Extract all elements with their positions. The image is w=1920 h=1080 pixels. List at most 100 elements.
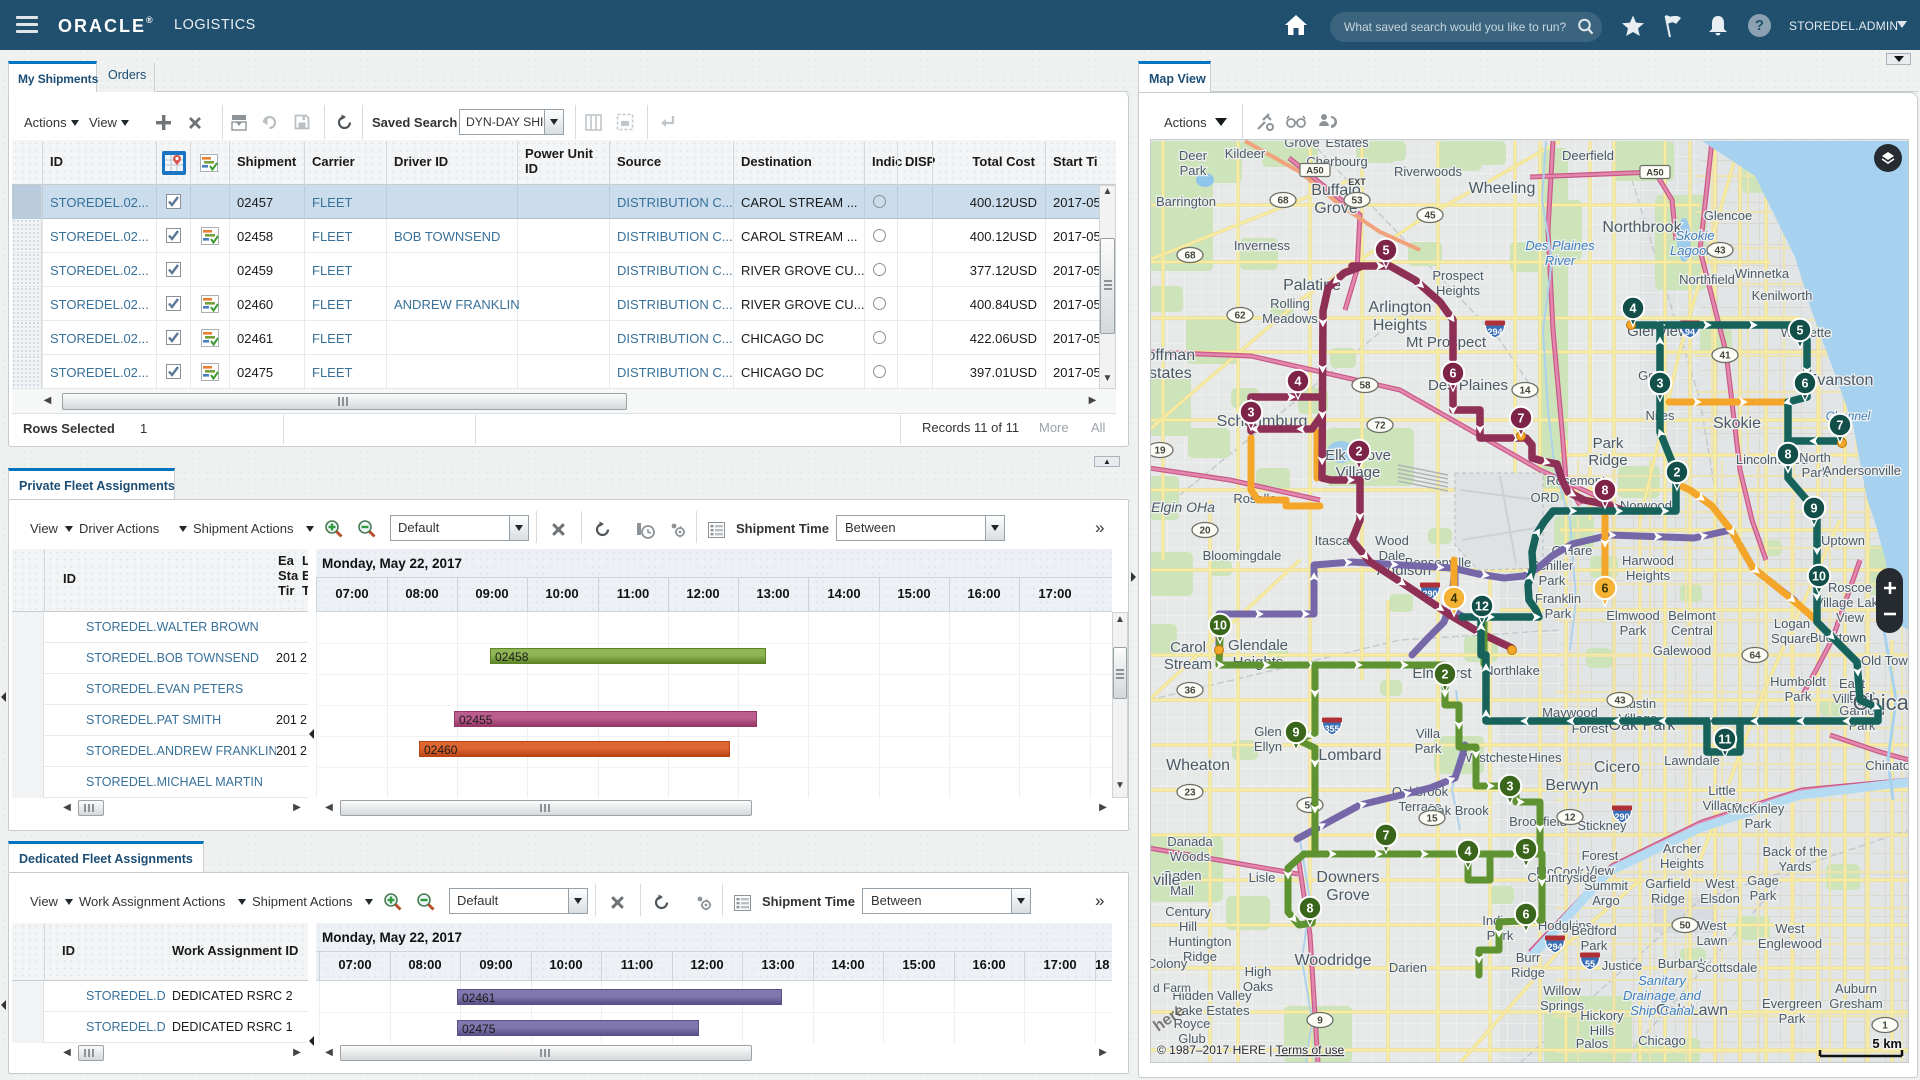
svg-text:LoganSquare: LoganSquare (1771, 616, 1813, 646)
svg-text:Kenilworth: Kenilworth (1752, 288, 1813, 303)
svg-text:7: 7 (1383, 829, 1390, 843)
svg-text:Andersonville: Andersonville (1823, 463, 1901, 478)
svg-text:WestLawn: WestLawn (1696, 918, 1727, 948)
svg-text:7: 7 (1837, 419, 1844, 433)
svg-text:2: 2 (1356, 445, 1363, 459)
svg-text:6: 6 (1450, 367, 1457, 381)
svg-text:Northfield: Northfield (1679, 272, 1735, 287)
svg-text:19: 19 (1154, 446, 1166, 457)
svg-text:6: 6 (1523, 908, 1530, 922)
svg-text:3: 3 (1657, 377, 1664, 391)
svg-text:6: 6 (1802, 377, 1809, 391)
svg-text:9: 9 (1317, 1016, 1323, 1027)
svg-text:53: 53 (1351, 196, 1363, 207)
svg-text:4: 4 (1465, 845, 1472, 859)
svg-text:Hines: Hines (1528, 750, 1562, 765)
svg-text:GagePark: GagePark (1747, 873, 1779, 903)
svg-text:45: 45 (1424, 211, 1436, 222)
svg-text:3: 3 (1507, 780, 1514, 794)
svg-text:15: 15 (1426, 814, 1438, 825)
svg-text:294: 294 (1487, 327, 1502, 337)
svg-text:36: 36 (1184, 686, 1196, 697)
svg-text:BelmontCentral: BelmontCentral (1668, 608, 1716, 638)
svg-text:GlenEllyn: GlenEllyn (1254, 724, 1282, 754)
svg-text:ORD: ORD (1531, 490, 1560, 505)
svg-text:3: 3 (1248, 406, 1255, 420)
svg-text:Inverness: Inverness (1234, 238, 1291, 253)
svg-text:41: 41 (1719, 351, 1731, 362)
svg-text:GarfieldRidge: GarfieldRidge (1645, 876, 1691, 906)
svg-text:VillaPark: VillaPark (1415, 726, 1442, 756)
svg-text:64: 64 (1749, 651, 1761, 662)
svg-text:11: 11 (1718, 733, 1731, 747)
svg-text:Darien: Darien (1389, 960, 1427, 975)
svg-text:Barrington: Barrington (1156, 194, 1216, 209)
svg-text:2: 2 (1674, 466, 1681, 480)
svg-text:Estates: Estates (1325, 139, 1369, 150)
svg-text:Woodridge: Woodridge (1294, 952, 1371, 969)
svg-text:ville: ville (1153, 872, 1181, 889)
svg-text:Riverwoods: Riverwoods (1394, 164, 1462, 179)
svg-text:2: 2 (1442, 668, 1449, 682)
svg-text:9: 9 (1293, 726, 1300, 740)
svg-text:Des Plaines: Des Plaines (1428, 377, 1508, 394)
svg-text:4: 4 (1630, 302, 1637, 316)
svg-text:Uptown: Uptown (1821, 533, 1865, 548)
svg-text:4: 4 (1295, 375, 1302, 389)
svg-text:14: 14 (1519, 386, 1531, 397)
svg-text:Galewood: Galewood (1653, 643, 1712, 658)
svg-text:10: 10 (1812, 570, 1826, 584)
svg-text:A50: A50 (1306, 166, 1323, 177)
svg-text:HarwoodHeights: HarwoodHeights (1622, 553, 1674, 583)
svg-text:8: 8 (1785, 448, 1792, 462)
svg-text:5: 5 (1797, 324, 1804, 338)
svg-text:62: 62 (1234, 311, 1246, 322)
svg-text:68: 68 (1184, 251, 1196, 262)
svg-text:Winnetka: Winnetka (1735, 266, 1790, 281)
svg-text:43: 43 (1714, 246, 1726, 257)
svg-text:Wheaton: Wheaton (1166, 757, 1230, 774)
svg-text:DeerPark: DeerPark (1179, 148, 1208, 178)
svg-text:© 1987–2017 HERE | Terms of us: © 1987–2017 HERE | Terms of use (1157, 1043, 1345, 1057)
svg-text:5: 5 (1523, 843, 1530, 857)
svg-text:68: 68 (1277, 196, 1289, 207)
svg-text:4: 4 (1451, 592, 1458, 606)
svg-text:HoffmanEstates: HoffmanEstates (1150, 347, 1195, 382)
svg-text:ArlingtonHeights: ArlingtonHeights (1368, 299, 1431, 334)
svg-text:ParkRidge: ParkRidge (1588, 435, 1627, 469)
svg-text:355: 355 (1324, 724, 1339, 734)
svg-text:Elgin OHa: Elgin OHa (1151, 499, 1215, 515)
svg-text:Cicero: Cicero (1594, 759, 1640, 776)
svg-text:55: 55 (1585, 959, 1595, 969)
svg-text:Glencoe: Glencoe (1704, 208, 1752, 223)
svg-text:BurrRidge: BurrRidge (1511, 950, 1545, 980)
svg-text:12: 12 (1564, 813, 1576, 824)
svg-text:Countryside: Countryside (1527, 870, 1596, 885)
svg-text:294: 294 (1547, 942, 1562, 952)
svg-text:Palos: Palos (1576, 1036, 1609, 1051)
svg-text:Lisle: Lisle (1249, 870, 1276, 885)
svg-text:5 km: 5 km (1872, 1036, 1902, 1051)
svg-text:Deerfield: Deerfield (1562, 148, 1614, 163)
svg-text:Berwyn: Berwyn (1545, 777, 1598, 794)
svg-text:ArcherHeights: ArcherHeights (1660, 841, 1705, 871)
svg-text:CarolStream: CarolStream (1164, 639, 1212, 673)
svg-text:9: 9 (1811, 502, 1818, 516)
svg-text:23: 23 (1184, 788, 1196, 799)
svg-text:12: 12 (1475, 600, 1489, 614)
svg-text:Wheeling: Wheeling (1469, 180, 1536, 197)
svg-text:Scottsdale: Scottsdale (1697, 960, 1758, 975)
svg-text:ProspectHeights: ProspectHeights (1432, 268, 1484, 298)
svg-text:Colony: Colony (1150, 956, 1188, 971)
svg-text:A50: A50 (1646, 168, 1663, 179)
svg-text:Northbrook: Northbrook (1602, 219, 1682, 236)
svg-text:Kildeer: Kildeer (1225, 146, 1266, 161)
svg-text:EXT: EXT (1348, 177, 1366, 187)
svg-text:Westchester: Westchester (1460, 750, 1533, 765)
svg-text:Justice: Justice (1602, 958, 1642, 973)
svg-text:43: 43 (1614, 696, 1626, 707)
svg-text:DanadaWoods: DanadaWoods (1167, 834, 1213, 864)
svg-text:7: 7 (1518, 412, 1525, 426)
svg-text:Bloomingdale: Bloomingdale (1203, 548, 1282, 563)
svg-text:Northlake: Northlake (1484, 663, 1540, 678)
